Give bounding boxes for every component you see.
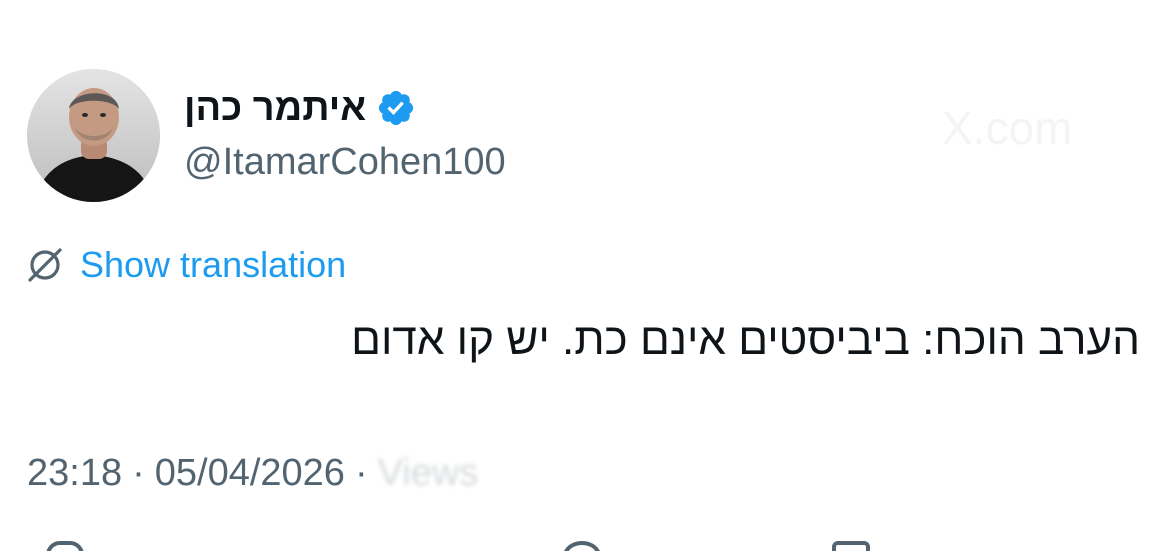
author-handle[interactable]: @ItamarCohen100 [184, 138, 506, 186]
translate-globe-icon [24, 244, 66, 286]
tweet-time[interactable]: 23:18 [27, 452, 122, 495]
avatar-photo [27, 69, 160, 202]
like-icon[interactable] [563, 541, 601, 551]
show-translation-label[interactable]: Show translation [80, 242, 346, 288]
tweet-date[interactable]: 05/04/2026 [155, 452, 345, 495]
tweet-screenshot: איתמר כהן @ItamarCohen100 X.com Show tra… [0, 0, 1170, 551]
tweet-action-bar [0, 541, 1170, 551]
meta-separator: · [132, 451, 145, 494]
watermark-text: X.com [942, 102, 1073, 154]
reply-icon[interactable] [46, 541, 84, 551]
bookmark-icon[interactable] [832, 541, 870, 551]
verified-badge-icon [376, 88, 416, 128]
avatar[interactable] [27, 69, 160, 202]
meta-separator: · [354, 451, 368, 494]
views-count[interactable]: Views [378, 452, 479, 495]
show-translation-button[interactable]: Show translation [24, 242, 346, 288]
tweet-text: הערב הוכח: ביביסטים אינם כת. יש קו אדום [351, 315, 1140, 364]
tweet-meta: 23:18 · 05/04/2026 · Views [27, 447, 478, 499]
author-name-row[interactable]: איתמר כהן [184, 82, 416, 134]
display-name[interactable]: איתמר כהן [184, 82, 366, 134]
